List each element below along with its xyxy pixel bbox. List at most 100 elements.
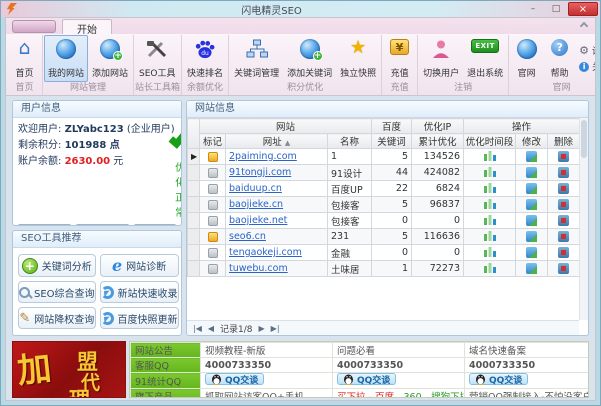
next-page-button[interactable]: ▶ [259,324,265,333]
delete-button[interactable] [558,199,569,210]
ribbon-button[interactable]: ★独立快照 [336,35,380,82]
col-period[interactable]: 优化时间段 [464,134,516,149]
maximize-button[interactable]: □ [545,2,567,16]
site-link[interactable]: tengaokeji.com [229,247,302,258]
mark-icon[interactable] [208,168,218,178]
announcement-cell[interactable]: 域名快速备案 [465,343,590,358]
announcement-cell[interactable]: 营销QQ强制接入-不怕没客户 [465,389,590,399]
col-total[interactable]: 累计优化 [412,134,464,149]
mark-icon[interactable] [208,216,218,226]
site-row[interactable]: tengaokeji.com金融00 [188,245,580,261]
agent-join-banner[interactable]: 加盟代理 [12,341,126,398]
seo-tool-button[interactable]: SEO综合查询 [18,281,96,303]
seo-tool-button[interactable]: 新站快速收录 [100,281,179,303]
announcement-cell[interactable]: 问题必看 [333,343,465,358]
ribbon-button[interactable]: ?帮助 [543,35,576,82]
time-period-button[interactable] [483,265,497,276]
delete-button[interactable] [558,151,569,162]
time-period-button[interactable] [483,217,497,228]
close-button[interactable]: × [568,2,598,16]
tab-start[interactable]: 开始 [62,19,112,34]
modify-button[interactable] [526,167,537,178]
time-period-button[interactable] [483,153,497,164]
announcement-cell[interactable]: 视频教程-新版 [201,343,333,358]
ribbon-button[interactable]: +添加网站 [88,35,132,82]
modify-button[interactable] [526,247,537,258]
mark-icon[interactable] [208,200,218,210]
modify-button[interactable] [526,231,537,242]
scrollbar-thumb[interactable] [581,120,587,158]
site-link[interactable]: baojieke.net [229,215,287,226]
seo-tool-button[interactable]: ✎网站降权查询 [18,307,96,329]
time-period-button[interactable] [483,233,497,244]
site-link[interactable]: baojieke.cn [229,199,283,210]
time-period-button[interactable] [483,169,497,180]
seo-tool-button[interactable]: +关键词分析 [18,254,96,277]
col-url[interactable]: 网址▲ [226,134,328,149]
modify-button[interactable] [526,263,537,274]
mark-icon[interactable] [208,184,218,194]
site-link[interactable]: tuwebu.com [229,263,288,274]
ribbon-button[interactable]: 官网 [510,35,543,82]
site-row[interactable]: tuwebu.com土味居172273 [188,261,580,277]
delete-button[interactable] [558,167,569,178]
col-name[interactable]: 名称 [328,134,372,149]
site-link[interactable]: 2paiming.com [229,151,297,162]
ribbon-button[interactable]: EXIT退出系统 [463,35,507,82]
delete-button[interactable] [558,263,569,274]
qq-chat-button[interactable]: QQ交谈 [469,373,528,385]
announcement-cell[interactable]: 抓取网站访客QQ+手机 [201,389,333,399]
ribbon-small-button[interactable]: i关于 [579,60,595,73]
delete-button[interactable] [558,231,569,242]
time-period-button[interactable] [483,201,497,212]
mark-icon[interactable] [208,248,218,258]
ribbon-button[interactable]: 我的网站 [44,35,88,82]
col-mark[interactable]: 标记 [200,134,226,149]
site-link[interactable]: baiduup.cn [229,183,282,194]
announcement-cell[interactable]: 4000733350 [333,358,465,373]
app-menu-button[interactable] [12,20,56,33]
modify-button[interactable] [526,215,537,226]
minimize-button[interactable]: – [522,2,544,16]
refresh-button[interactable]: 刷新 [133,224,177,226]
announcement-link[interactable]: 买下拉—百度、360、搜狗下拉框 [333,389,465,399]
last-page-button[interactable]: ▶| [271,324,280,333]
announcement-cell[interactable]: 4000733350 [201,358,333,373]
site-row[interactable]: baojieke.net包接客00 [188,213,580,229]
ribbon-button[interactable]: ⌂首页 [8,35,41,82]
col-kw[interactable]: 关键词 [372,134,412,149]
site-link[interactable]: 91tongji.com [229,167,291,178]
ribbon-button[interactable]: SEO工具 [135,35,179,82]
ribbon-button[interactable]: 关键词管理 [230,35,283,82]
modify-button[interactable] [526,183,537,194]
site-row[interactable]: 91tongji.com91设计44424082 [188,165,580,181]
online-recharge-button[interactable]: 在线充值 [17,224,72,226]
ribbon-small-button[interactable]: ⚙设置 [579,44,595,57]
vertical-scrollbar[interactable] [579,118,588,320]
site-row[interactable]: seo6.cn2315116636 [188,229,580,245]
mark-icon[interactable] [208,152,218,162]
first-page-button[interactable]: |◀ [193,324,202,333]
announcement-cell[interactable]: 4000733350 [465,358,590,373]
seo-tool-button[interactable]: e网站诊断 [100,254,179,277]
mark-icon[interactable] [208,264,218,274]
prev-page-button[interactable]: ◀ [208,324,214,333]
delete-button[interactable] [558,247,569,258]
site-row[interactable]: baojieke.cn包接客596837 [188,197,580,213]
ribbon-button[interactable]: +添加关键词 [283,35,336,82]
site-link[interactable]: seo6.cn [229,231,266,242]
modify-button[interactable] [526,199,537,210]
ribbon-button[interactable]: du快速排名 [183,35,227,82]
delete-button[interactable] [558,215,569,226]
seo-tool-button[interactable]: 百度快照更新 [100,307,179,329]
site-row[interactable]: ▶2paiming.com15134526 [188,149,580,165]
edit-profile-button[interactable]: 修改资料 [75,224,130,226]
col-delete[interactable]: 删除 [548,134,580,149]
modify-button[interactable] [526,151,537,162]
time-period-button[interactable] [483,185,497,196]
site-row[interactable]: baiduup.cn百度UP226824 [188,181,580,197]
qq-chat-button[interactable]: QQ交谈 [205,373,264,385]
time-period-button[interactable] [483,249,497,260]
mark-icon[interactable] [208,232,218,242]
ribbon-collapse-icon[interactable] [580,22,588,30]
